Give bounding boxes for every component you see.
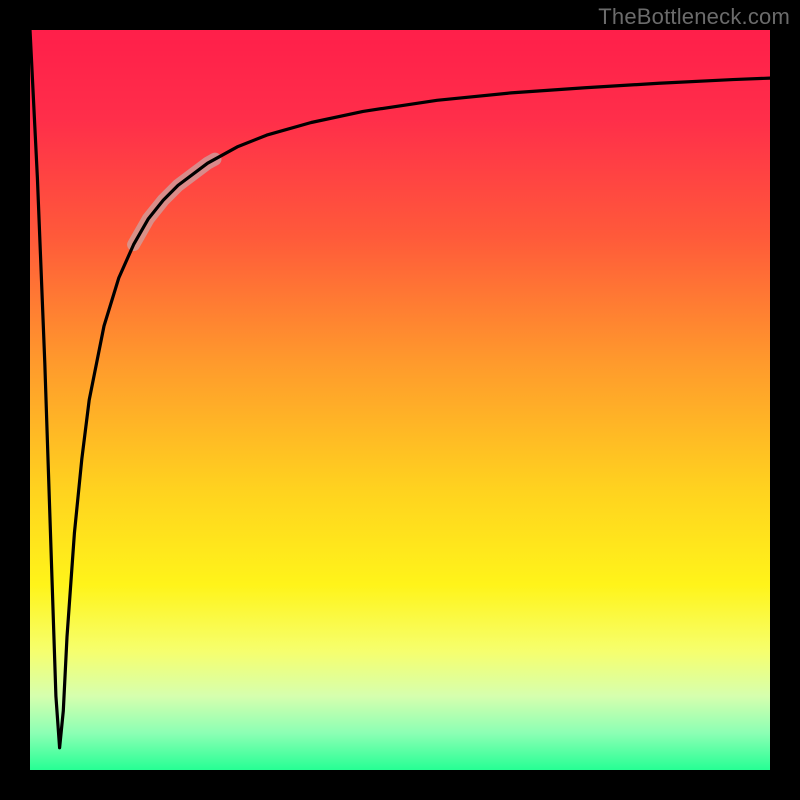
plot-background — [30, 30, 770, 770]
chart-stage: TheBottleneck.com — [0, 0, 800, 800]
chart-svg — [0, 0, 800, 800]
